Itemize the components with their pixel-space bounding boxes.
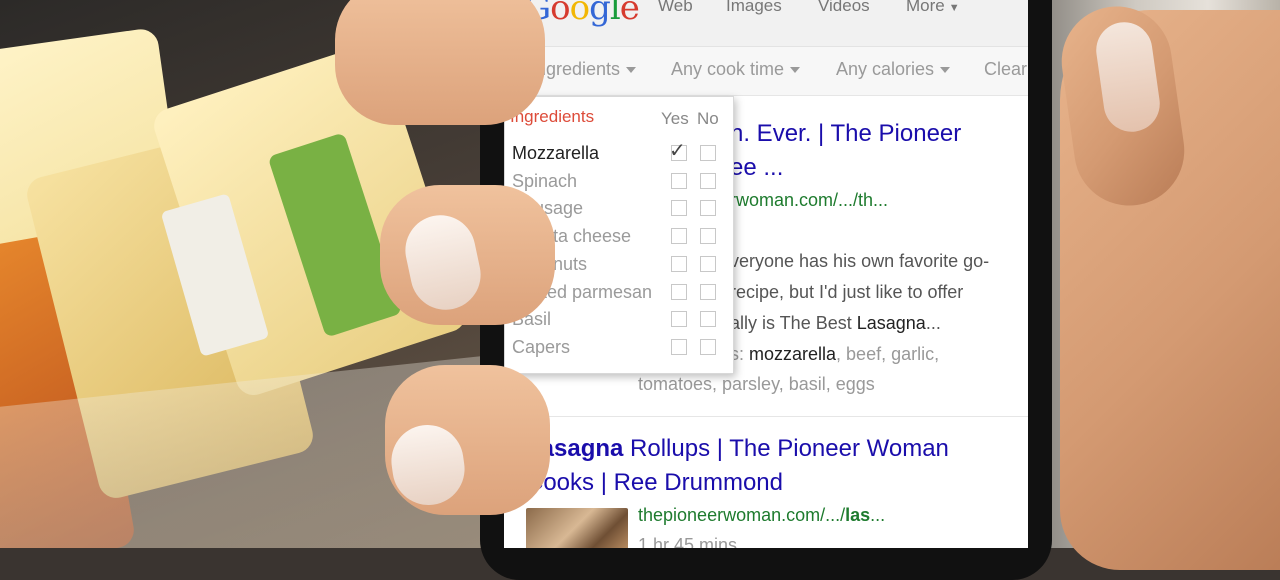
logo-letter: g (589, 0, 611, 28)
include-checkbox[interactable] (671, 255, 687, 272)
exclude-checkbox[interactable] (700, 283, 716, 300)
result-cook-time: 1 hr 45 mins (638, 535, 738, 548)
tab-images[interactable]: Images (726, 0, 782, 16)
exclude-checkbox[interactable] (700, 145, 716, 161)
url-highlight: las (845, 505, 871, 525)
exclude-checkbox[interactable] (700, 200, 716, 217)
tab-videos[interactable]: Videos (818, 0, 870, 16)
logo-letter: e (619, 0, 640, 28)
tab-more[interactable]: More ▼ (906, 0, 960, 16)
result-title[interactable]: n. Ever. | The Pioneer (730, 117, 961, 151)
result-snippet: veryone has his own favorite go- (730, 251, 990, 271)
include-checkbox[interactable] (671, 200, 687, 217)
filter-label: Any cook time (671, 59, 785, 79)
result-url[interactable]: thepioneerwoman.com/.../las... (638, 505, 885, 526)
filter-ingredients[interactable]: Ingredients (531, 59, 637, 80)
exclude-checkbox[interactable] (700, 255, 716, 272)
chevron-down-icon (626, 67, 637, 74)
snippet-highlight: Lasagna (856, 313, 926, 333)
url-text: thepioneerwoman.com/.../ (638, 505, 846, 525)
url-text: ... (870, 505, 886, 525)
ingredients-text: , beef, garlic, (836, 344, 940, 364)
exclude-checkbox[interactable] (700, 228, 716, 245)
ingredient-row: Capers (505, 335, 733, 363)
recipe-filter-bar: Ingredients Any cook time Any calories C… (504, 47, 1028, 96)
chevron-down-icon: ▼ (948, 2, 960, 14)
tab-more-label: More (906, 0, 945, 15)
phone-screen: Google Web Images Videos More▼ Ingredien… (504, 0, 1028, 548)
snippet-text: ally is The Best (730, 313, 857, 333)
result-title[interactable]: Cooks | Ree Drummond (526, 466, 783, 500)
result-title[interactable]: ee ... (730, 151, 783, 185)
snippet-text: ... (925, 313, 941, 333)
result-title[interactable]: Lasagna Rollups | The Pioneer Woman (526, 432, 949, 466)
include-checkbox[interactable] (671, 311, 687, 328)
logo-letter: l (609, 0, 621, 28)
ingredient-label: Spinach (512, 170, 578, 191)
exclude-checkbox[interactable] (700, 172, 716, 189)
logo-letter: o (569, 0, 591, 28)
filter-cook-time[interactable]: Any cook time (671, 59, 801, 80)
tab-web[interactable]: Web (658, 0, 693, 16)
ingredients-highlight: mozzarella (749, 344, 837, 364)
ingredient-row: Basil (505, 307, 733, 335)
exclude-checkbox[interactable] (700, 338, 716, 355)
include-checkbox[interactable] (671, 338, 687, 355)
check-icon: ✓ (669, 140, 686, 162)
logo-letter: o (550, 0, 571, 28)
column-yes-label: Yes (661, 109, 689, 128)
ingredient-label: Capers (512, 336, 571, 357)
chevron-down-icon (940, 67, 951, 74)
exclude-checkbox[interactable] (700, 311, 716, 328)
ingredient-row: Mozzarella ✓ (505, 140, 733, 169)
result-snippet: ally is The Best Lasagna... (730, 308, 941, 339)
filter-label: Any calories (836, 59, 935, 79)
result-url[interactable]: rwoman.com/.../th... (730, 190, 888, 211)
result-ingredients: s: mozzarella, beef, garlic, (730, 339, 939, 370)
include-checkbox[interactable] (671, 283, 687, 300)
result-snippet: recipe, but I'd just like to offer (730, 282, 964, 302)
column-no-label: No (697, 109, 719, 128)
filter-calories[interactable]: Any calories (836, 59, 951, 80)
result-divider (504, 416, 1028, 417)
include-checkbox[interactable]: ✓ (669, 140, 687, 162)
ingredient-label: Mozzarella (512, 143, 600, 163)
hand-finger (335, 0, 545, 125)
include-checkbox[interactable] (671, 228, 687, 245)
title-text: Rollups | The Pioneer Woman (623, 435, 949, 462)
chevron-down-icon (790, 67, 801, 74)
include-checkbox[interactable] (671, 172, 687, 189)
search-header: Google Web Images Videos More▼ (504, 0, 1028, 47)
recipe-thumbnail[interactable] (526, 508, 628, 548)
filter-clear[interactable]: Clear (984, 59, 1027, 80)
ingredient-row: Spinach (505, 169, 733, 197)
